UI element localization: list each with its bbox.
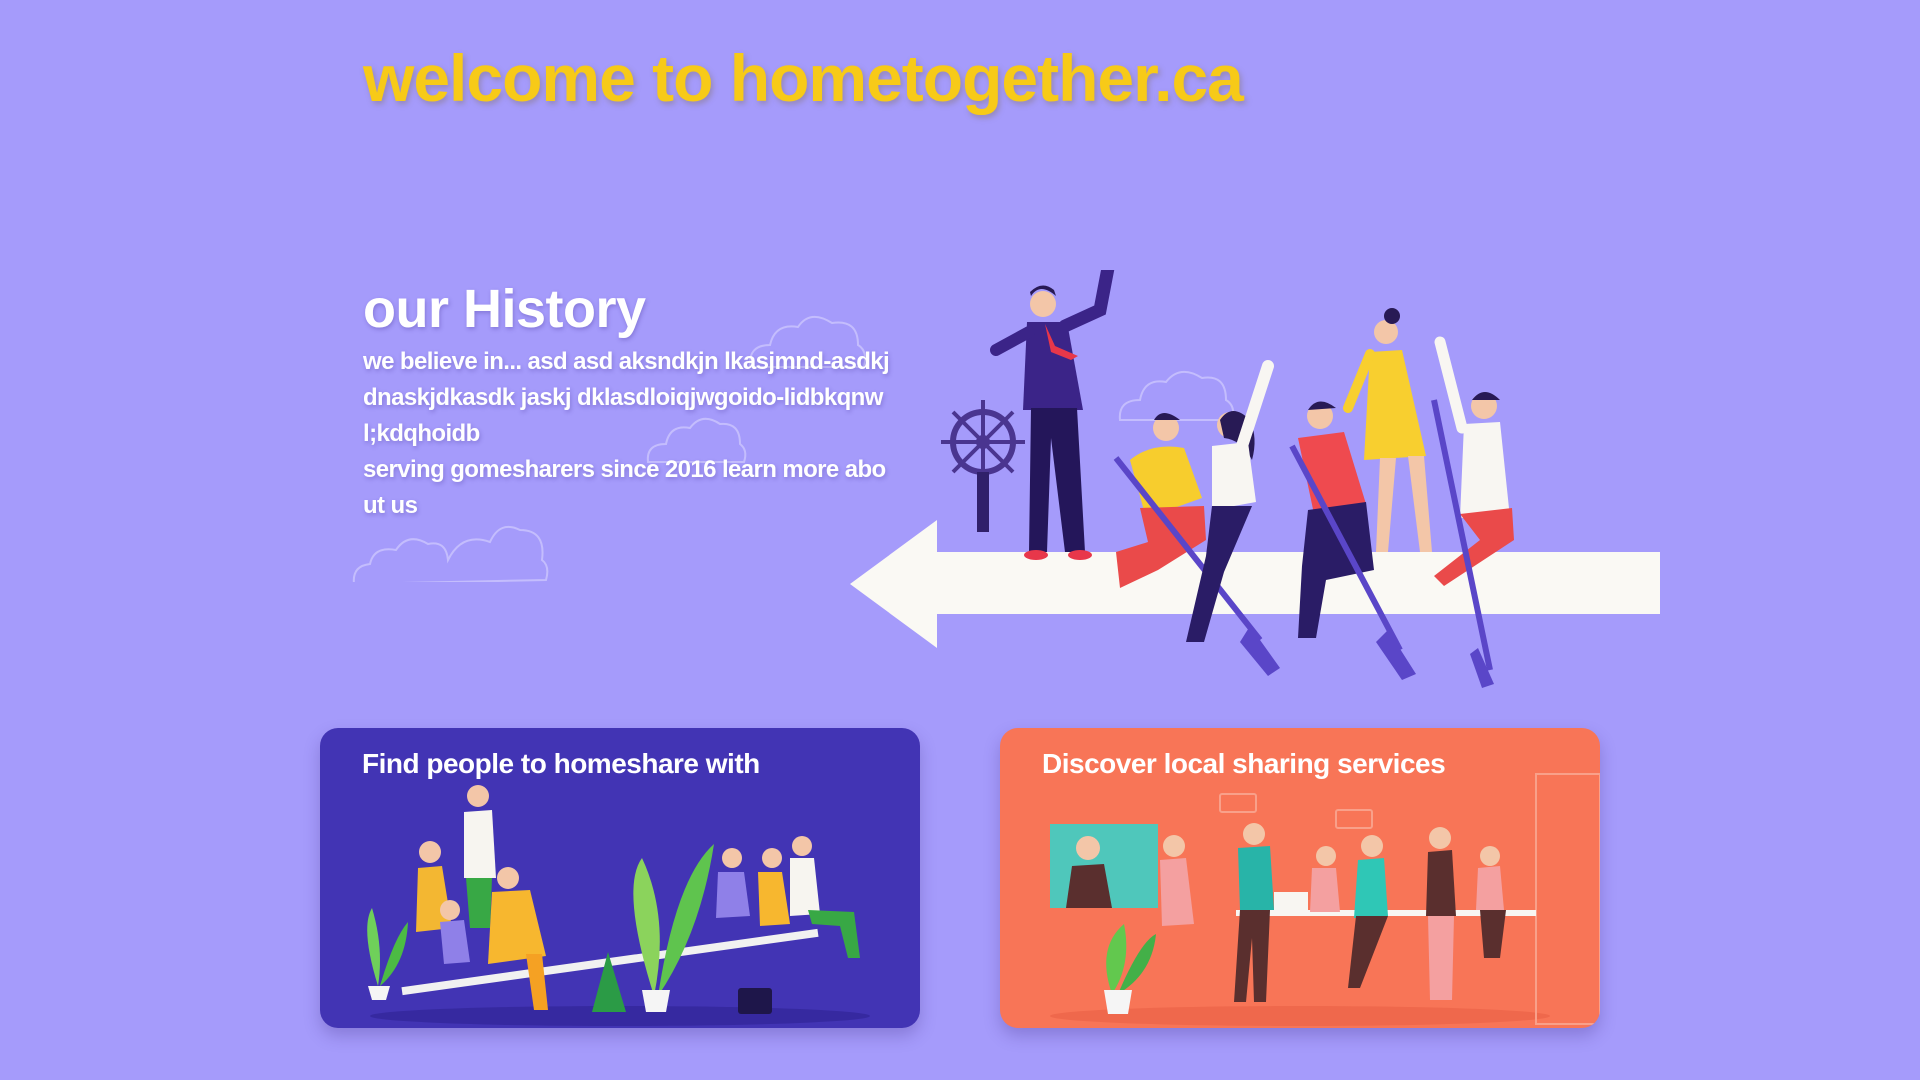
- find-people-label: Find people to homeshare with: [362, 748, 760, 779]
- speech-bubble-icon: [1219, 793, 1257, 813]
- small-plant-icon: [1104, 924, 1156, 1014]
- discover-services-label: Discover local sharing services: [1042, 748, 1446, 779]
- plant-icon: [367, 908, 408, 1000]
- hero-illustration: [850, 270, 1660, 688]
- history-paragraph-since: serving gomesharers since 2016 learn mor…: [363, 452, 893, 524]
- discover-services-card[interactable]: Discover local sharing services: [1000, 728, 1600, 1028]
- find-people-card[interactable]: Find people to homeshare with: [320, 728, 920, 1028]
- history-paragraph: we believe in... asd asd aksndkjn lkasjm…: [363, 348, 890, 447]
- history-since-text: serving gomesharers since 2016: [363, 456, 722, 483]
- briefcase-icon: [738, 988, 772, 1014]
- rower-right-figure: [1431, 336, 1514, 688]
- door-outline: [1535, 773, 1600, 1025]
- speech-bubble-icon: [1335, 809, 1373, 829]
- history-heading: our History: [363, 279, 646, 339]
- tall-plant-icon: [633, 844, 714, 1012]
- history-section: our History we believe in... asd asd aks…: [363, 278, 893, 524]
- site-title: welcome to hometogether.ca: [363, 41, 1244, 115]
- arrow-shape: [850, 520, 1660, 648]
- ships-wheel-icon: [941, 400, 1025, 532]
